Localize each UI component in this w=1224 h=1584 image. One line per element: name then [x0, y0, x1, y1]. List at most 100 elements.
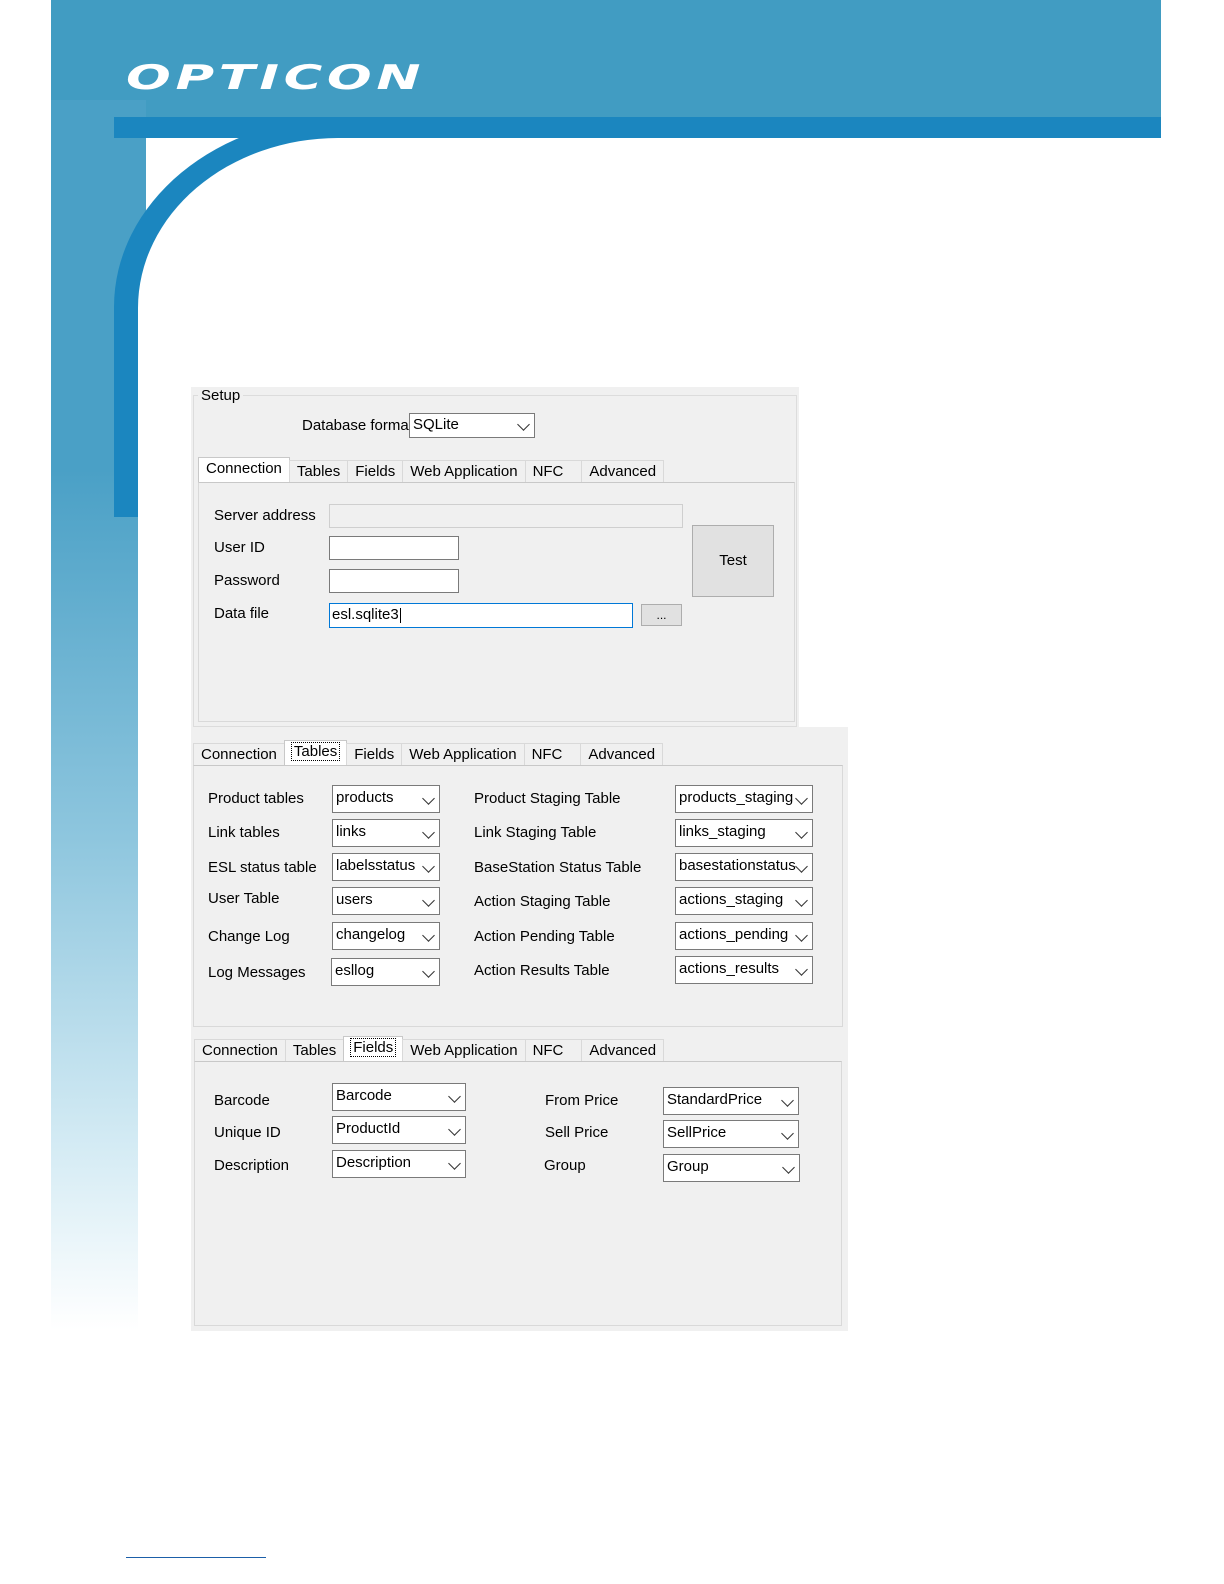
link-tables-label: Link tables [208, 824, 280, 841]
tab-connection[interactable]: Connection [194, 1039, 286, 1061]
chevron-down-icon [795, 963, 808, 976]
tab-tables[interactable]: Tables [284, 1039, 345, 1061]
chevron-down-icon [781, 1094, 794, 1107]
tables-panel: Connection Tables Fields Web Application… [191, 727, 848, 1031]
product-tables-label: Product tables [208, 790, 304, 807]
tab-advanced[interactable]: Advanced [581, 460, 665, 482]
action-staging-table-label: Action Staging Table [474, 893, 611, 910]
tab-tables[interactable]: Tables [283, 740, 348, 765]
sell-price-label: Sell Price [545, 1124, 609, 1141]
chevron-down-icon [448, 1157, 461, 1170]
chevron-down-icon [422, 965, 435, 978]
test-button[interactable]: Test [692, 525, 774, 597]
link-staging-table-label: Link Staging Table [474, 824, 597, 841]
browse-button[interactable]: ... [641, 604, 682, 626]
action-results-table-label: Action Results Table [474, 962, 610, 979]
chevron-down-icon [422, 929, 435, 942]
tab-nfc[interactable]: NFC [524, 1039, 583, 1061]
user-id-label: User ID [214, 539, 265, 556]
chevron-down-icon [448, 1090, 461, 1103]
product-tables-select[interactable]: products [332, 785, 440, 813]
password-field[interactable] [329, 569, 459, 593]
tab-connection[interactable]: Connection [198, 457, 290, 482]
tab-connection[interactable]: Connection [193, 743, 285, 765]
chevron-down-icon [795, 792, 808, 805]
fields-tabbar: Connection Tables Fields Web Application… [194, 1036, 665, 1061]
fields-tab-body: Barcode Barcode Unique ID ProductId Desc… [194, 1061, 842, 1326]
connection-tab-body: Server address User ID Password Data fil… [198, 482, 795, 722]
chevron-down-icon [422, 792, 435, 805]
text-caret [399, 607, 401, 623]
tab-tables[interactable]: Tables [288, 460, 349, 482]
product-staging-table-label: Product Staging Table [474, 790, 621, 807]
tables-tabbar: Connection Tables Fields Web Application… [193, 740, 664, 765]
tab-nfc[interactable]: NFC [524, 460, 583, 482]
basestation-status-table-label: BaseStation Status Table [474, 859, 642, 876]
basestation-status-table-select[interactable]: basestationstatus [675, 853, 813, 881]
data-file-field[interactable]: esl.sqlite3 [329, 603, 633, 628]
chevron-down-icon [782, 1161, 795, 1174]
password-label: Password [214, 572, 280, 589]
header-curve-strip [114, 117, 1161, 138]
database-format-label: Database format [302, 417, 413, 434]
server-address-label: Server address [214, 507, 316, 524]
product-staging-table-select[interactable]: products_staging [675, 785, 813, 813]
tab-fields[interactable]: Fields [343, 1036, 404, 1061]
setup-panel: Setup Database format SQLite Connection … [191, 387, 799, 727]
tab-nfc[interactable]: NFC [523, 743, 582, 765]
log-messages-select[interactable]: esllog [331, 958, 440, 986]
description-select[interactable]: Description [332, 1150, 466, 1178]
link-staging-table-select[interactable]: links_staging [675, 819, 813, 847]
chevron-down-icon [448, 1123, 461, 1136]
chevron-down-icon [795, 826, 808, 839]
esl-status-table-label: ESL status table [208, 859, 317, 876]
unique-id-label: Unique ID [214, 1124, 281, 1141]
chevron-down-icon [795, 894, 808, 907]
chevron-down-icon [517, 418, 530, 431]
from-price-label: From Price [545, 1092, 619, 1109]
from-price-select[interactable]: StandardPrice [663, 1087, 799, 1115]
database-format-select[interactable]: SQLite [409, 413, 535, 438]
action-pending-table-label: Action Pending Table [474, 928, 615, 945]
tab-fields[interactable]: Fields [346, 743, 403, 765]
data-file-value: esl.sqlite3 [332, 606, 399, 623]
action-staging-table-select[interactable]: actions_staging [675, 887, 813, 915]
change-log-select[interactable]: changelog [332, 922, 440, 950]
link-tables-select[interactable]: links [332, 819, 440, 847]
chevron-down-icon [781, 1127, 794, 1140]
chevron-down-icon [422, 826, 435, 839]
tab-advanced[interactable]: Advanced [580, 743, 664, 765]
log-messages-label: Log Messages [208, 964, 306, 981]
change-log-label: Change Log [208, 928, 290, 945]
esl-status-table-select[interactable]: labelsstatus [332, 853, 440, 881]
connection-tabbar: Connection Tables Fields Web Application… [198, 457, 665, 482]
data-file-label: Data file [214, 605, 270, 622]
chevron-down-icon [422, 894, 435, 907]
group-label: Group [544, 1157, 586, 1174]
user-table-label: User Table [208, 890, 280, 907]
description-label: Description [214, 1157, 290, 1174]
footer-line [126, 1557, 266, 1558]
sell-price-select[interactable]: SellPrice [663, 1120, 799, 1148]
tab-advanced[interactable]: Advanced [581, 1039, 665, 1061]
chevron-down-icon [422, 860, 435, 873]
tab-web-application[interactable]: Web Application [402, 460, 526, 482]
opticon-logo: OPTICON [126, 58, 426, 98]
setup-group-label: Setup [198, 387, 244, 404]
fields-panel: Connection Tables Fields Web Application… [191, 1031, 848, 1331]
tab-web-application[interactable]: Web Application [402, 1039, 526, 1061]
chevron-down-icon [795, 929, 808, 942]
user-table-select[interactable]: users [332, 887, 440, 915]
barcode-select[interactable]: Barcode [332, 1083, 466, 1111]
user-id-field[interactable] [329, 536, 459, 560]
group-select[interactable]: Group [663, 1154, 800, 1182]
unique-id-select[interactable]: ProductId [332, 1116, 466, 1144]
barcode-label: Barcode [214, 1092, 270, 1109]
action-results-table-select[interactable]: actions_results [675, 956, 813, 984]
tab-web-application[interactable]: Web Application [401, 743, 525, 765]
action-pending-table-select[interactable]: actions_pending [675, 922, 813, 950]
database-format-value: SQLite [413, 416, 459, 433]
server-address-field[interactable] [329, 504, 683, 528]
tables-tab-body: Product tables products Link tables link… [193, 765, 843, 1027]
tab-fields[interactable]: Fields [347, 460, 404, 482]
